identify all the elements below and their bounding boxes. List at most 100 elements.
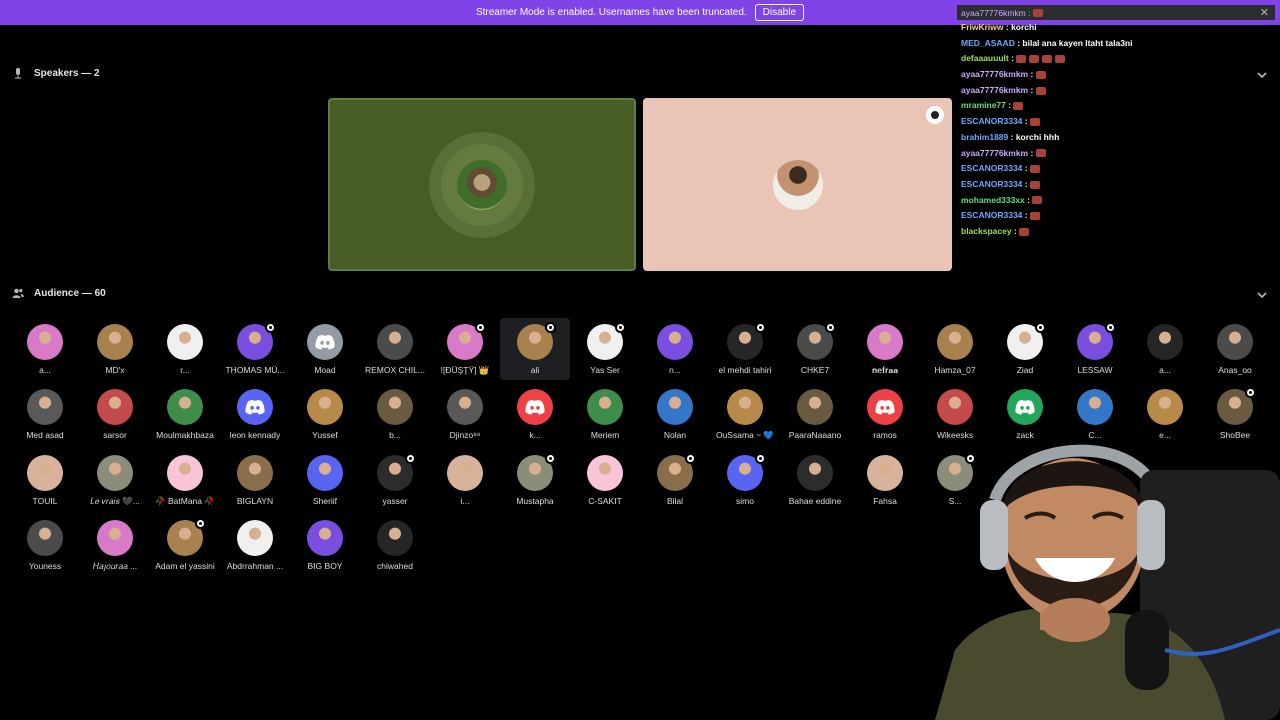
audience-member[interactable]: Bahae eddine xyxy=(780,449,850,511)
audience-member[interactable]: TOUIL xyxy=(10,449,80,511)
audience-member[interactable]: 🥀 BatMana 🥀 xyxy=(150,449,220,511)
audience-member[interactable]: ![ĐÜŞŢŸ] 👑 xyxy=(430,318,500,380)
chat-username: ayaa77776kmkm xyxy=(961,69,1029,80)
chevron-down-icon[interactable] xyxy=(1256,288,1268,300)
emote-icon xyxy=(1013,102,1024,111)
audience-name: TOUIL xyxy=(32,495,58,506)
audience-name: LESSAW xyxy=(1077,365,1113,375)
audience-member[interactable]: k... xyxy=(500,383,570,445)
chat-line: brahim1889 : korchi hhh xyxy=(961,131,1060,142)
audience-member[interactable]: simo xyxy=(710,449,780,511)
activity-badge-icon xyxy=(685,452,696,464)
avatar xyxy=(587,389,623,426)
audience-member[interactable]: r... xyxy=(150,318,220,380)
audience-name: Mustapha xyxy=(516,495,554,506)
audience-name: 🥀 BatMana 🥀 xyxy=(155,495,215,506)
audience-member[interactable]: Sheriif xyxy=(290,449,360,511)
audience-name: Youness xyxy=(28,560,62,571)
audience-member[interactable]: 𝐿𝑒 𝑣𝑟𝑎𝑖𝑠 🖤... xyxy=(80,449,150,511)
audience-name: Moulmakhbaza xyxy=(156,430,214,441)
avatar xyxy=(27,389,63,426)
speakers-header[interactable]: Speakers — 2 xyxy=(12,67,100,79)
speaker-tile[interactable] xyxy=(643,98,952,271)
avatar xyxy=(517,389,553,426)
audience-member[interactable]: a... xyxy=(10,318,80,380)
audience-member[interactable]: Anas_oo xyxy=(1200,318,1270,380)
audience-name: Adam el yassini xyxy=(155,560,215,571)
audience-member[interactable]: sarsor xyxy=(80,383,150,445)
disable-streamer-mode-button[interactable]: Disable xyxy=(754,4,805,21)
audience-member[interactable]: Nolan xyxy=(640,383,710,445)
close-icon[interactable]: ✕ xyxy=(1260,6,1269,19)
avatar xyxy=(97,454,133,491)
audience-member[interactable]: Moulmakhbaza xyxy=(150,383,220,445)
audience-member[interactable]: n... xyxy=(640,318,710,380)
audience-header[interactable]: Audience — 60 xyxy=(12,287,106,299)
audience-member[interactable]: zack xyxy=(990,383,1060,445)
avatar xyxy=(237,389,273,426)
audience-member[interactable]: Wikeesks xyxy=(920,383,990,445)
avatar xyxy=(587,322,626,360)
audience-member[interactable]: Moad xyxy=(290,318,360,380)
audience-member[interactable]: LESSAW xyxy=(1060,318,1130,380)
audience-member[interactable]: el mehdi tahiri xyxy=(710,318,780,380)
audience-member[interactable]: chiwahed xyxy=(360,514,430,576)
audience-member[interactable]: Yas Ser xyxy=(570,318,640,380)
audience-member[interactable]: 𝐻𝑎𝑗𝑜𝑢𝑟𝑎𝑎 ... xyxy=(80,514,150,576)
chat-username: ayaa77776kmkm xyxy=(961,147,1029,158)
activity-badge-icon xyxy=(755,452,766,464)
audience-member[interactable]: Med asad xyxy=(10,383,80,445)
audience-member[interactable]: Yussef xyxy=(290,383,360,445)
discord-logo-icon xyxy=(245,400,265,415)
chat-line: ESCANOR3334 : xyxy=(957,208,1275,224)
audience-member[interactable]: REMOX CHIL... xyxy=(360,318,430,380)
audience-name: sarsor xyxy=(103,430,127,441)
audience-member[interactable]: Djinzo⁸⁸ xyxy=(430,383,500,445)
audience-member[interactable]: e... xyxy=(1130,383,1200,445)
avatar xyxy=(517,322,556,360)
audience-name: THOMAS MÜ... xyxy=(225,365,285,375)
audience-member[interactable]: ShoBee xyxy=(1200,383,1270,445)
activity-badge-icon xyxy=(1245,387,1256,399)
audience-member[interactable]: b... xyxy=(360,383,430,445)
audience-name: simo xyxy=(736,495,754,506)
audience-member[interactable]: Hamza_07 xyxy=(920,318,990,380)
audience-member[interactable]: C... xyxy=(1060,383,1130,445)
audience-member[interactable]: leon kennady xyxy=(220,383,290,445)
audience-member[interactable]: PaaraNaaano xyxy=(780,383,850,445)
audience-member[interactable]: THOMAS MÜ... xyxy=(220,318,290,380)
audience-member[interactable]: ali xyxy=(500,318,570,380)
discord-logo-icon xyxy=(315,334,335,350)
audience-member[interactable]: a... xyxy=(1130,318,1200,380)
audience-member[interactable]: Mustapha xyxy=(500,449,570,511)
audience-member[interactable]: Bilal xyxy=(640,449,710,511)
audience-member[interactable]: yasser xyxy=(360,449,430,511)
banner-text: Streamer Mode is enabled. Usernames have… xyxy=(475,7,747,18)
speakers-label: Speakers — 2 xyxy=(34,67,100,79)
audience-member[interactable]: Fahsa xyxy=(850,449,920,511)
audience-member[interactable]: Ziad xyxy=(990,318,1060,380)
chat-line: ESCANOR3334 : xyxy=(957,161,1275,177)
audience-member[interactable]: i... xyxy=(430,449,500,511)
audience-member[interactable]: BIG BOY xyxy=(290,514,360,576)
audience-member[interactable]: Youness xyxy=(10,514,80,576)
activity-badge-icon xyxy=(1035,322,1046,333)
audience-name: e... xyxy=(1159,430,1171,441)
audience-member[interactable]: ramos xyxy=(850,383,920,445)
avatar xyxy=(27,454,63,491)
audience-name: Meriem xyxy=(590,430,620,441)
tile-options-icon[interactable] xyxy=(926,106,944,124)
audience-member[interactable]: 𝐧𝐞𝐟𝐫𝐚𝐚 xyxy=(850,318,920,380)
audience-name: CHKE7 xyxy=(800,365,830,375)
audience-member[interactable]: BIGLAYN xyxy=(220,449,290,511)
chat-username: FriwKriww xyxy=(961,22,1004,32)
audience-member[interactable]: C-SAKIT xyxy=(570,449,640,511)
speaker-tile[interactable] xyxy=(328,98,636,271)
avatar xyxy=(797,454,833,491)
audience-member[interactable]: OuSsama ~ 💙 xyxy=(710,383,780,445)
audience-member[interactable]: Meriem xyxy=(570,383,640,445)
audience-member[interactable]: MD'x xyxy=(80,318,150,380)
audience-member[interactable]: Adam el yassini xyxy=(150,514,220,576)
audience-member[interactable]: CHKE7 xyxy=(780,318,850,380)
audience-member[interactable]: Abdrrahman ... xyxy=(220,514,290,576)
